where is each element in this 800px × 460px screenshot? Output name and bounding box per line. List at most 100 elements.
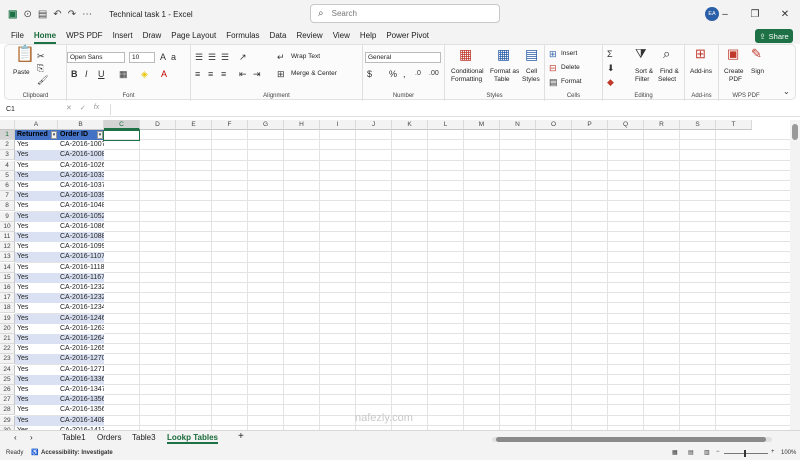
- table-cell[interactable]: CA-2016-104829: [58, 201, 104, 212]
- worksheet-grid[interactable]: A B C D E F G H I J K L M N O P Q R S T 1 2 3 4 5 6 7 8 9 10 11 12 13 14 1…: [0, 120, 790, 430]
- table-cell[interactable]: CA-2016-108861: [58, 232, 104, 242]
- collapse-ribbon-icon[interactable]: ⌄: [783, 87, 790, 97]
- row-header[interactable]: 7: [0, 191, 15, 202]
- selected-cell[interactable]: [103, 130, 140, 141]
- row-header[interactable]: 2: [0, 140, 15, 151]
- undo-icon[interactable]: ↶: [53, 9, 61, 20]
- decrease-indent-icon[interactable]: ⇤: [239, 69, 247, 79]
- grow-font-icon[interactable]: A: [160, 52, 166, 62]
- column-header-l[interactable]: L: [428, 120, 464, 130]
- column-header-q[interactable]: Q: [608, 120, 644, 130]
- table-cell[interactable]: Yes: [15, 262, 58, 273]
- customize-icon[interactable]: ⋯: [82, 9, 92, 20]
- row-header[interactable]: 20: [0, 323, 15, 334]
- format-as-table-icon[interactable]: ▦: [497, 47, 510, 61]
- tab-power-pivot[interactable]: Power Pivot: [386, 28, 429, 44]
- table-cell[interactable]: Yes: [15, 140, 58, 151]
- table-cell[interactable]: Yes: [15, 160, 58, 171]
- tab-home[interactable]: Home: [33, 28, 57, 44]
- table-cell[interactable]: Yes: [15, 415, 58, 426]
- row-header[interactable]: 25: [0, 374, 15, 385]
- row-header[interactable]: 9: [0, 211, 15, 222]
- column-header-i[interactable]: I: [320, 120, 356, 130]
- page-layout-view-icon[interactable]: ▤: [688, 449, 694, 456]
- table-cell[interactable]: Yes: [15, 283, 58, 293]
- row-header[interactable]: 26: [0, 385, 15, 395]
- increase-decimal-icon[interactable]: .0: [415, 69, 421, 79]
- row-header[interactable]: 16: [0, 283, 15, 293]
- format-painter-icon[interactable]: 🖌: [37, 75, 48, 85]
- sign-icon[interactable]: ✎: [751, 47, 762, 60]
- table-cell[interactable]: Yes: [15, 303, 58, 314]
- row-header[interactable]: 24: [0, 364, 15, 375]
- table-cell[interactable]: CA-2016-135699: [58, 405, 104, 416]
- row-header[interactable]: 3: [0, 150, 15, 161]
- sort-filter-icon[interactable]: ⧩: [635, 47, 647, 60]
- horizontal-scrollbar[interactable]: [492, 437, 772, 442]
- merge-center-button[interactable]: Merge & Center: [291, 70, 337, 77]
- tab-insert[interactable]: Insert: [113, 28, 133, 44]
- table-cell[interactable]: CA-2016-103373: [58, 170, 104, 181]
- table-cell[interactable]: Yes: [15, 221, 58, 232]
- copy-icon[interactable]: ⎘: [37, 63, 44, 73]
- column-header-n[interactable]: N: [500, 120, 536, 130]
- redo-icon[interactable]: ↷: [68, 9, 76, 20]
- column-header-c[interactable]: C: [104, 120, 140, 130]
- table-cell[interactable]: Yes: [15, 344, 58, 355]
- normal-view-icon[interactable]: ▦: [672, 449, 678, 456]
- vertical-scrollbar[interactable]: [790, 120, 800, 430]
- table-cell[interactable]: Yes: [15, 405, 58, 416]
- tab-draw[interactable]: Draw: [143, 28, 162, 44]
- zoom-in-icon[interactable]: +: [771, 449, 775, 455]
- font-size-select[interactable]: 10: [129, 52, 155, 63]
- conditional-formatting-icon[interactable]: ▦: [459, 47, 472, 61]
- wrap-text-button[interactable]: Wrap Text: [291, 53, 320, 60]
- row-header[interactable]: 19: [0, 313, 15, 324]
- table-cell[interactable]: Yes: [15, 354, 58, 365]
- filter-dropdown-returned-icon[interactable]: ▾: [51, 131, 57, 139]
- column-header-o[interactable]: O: [536, 120, 572, 130]
- zoom-slider-handle[interactable]: [744, 450, 746, 457]
- autosave-toggle-icon[interactable]: ⊙: [23, 9, 31, 20]
- row-header[interactable]: 1: [0, 130, 15, 140]
- zoom-slider[interactable]: [724, 453, 768, 454]
- paste-button[interactable]: Paste: [13, 69, 30, 76]
- column-header-f[interactable]: F: [212, 120, 248, 130]
- row-header[interactable]: 8: [0, 201, 15, 212]
- row-header[interactable]: 17: [0, 293, 15, 304]
- table-cell[interactable]: CA-2016-134726: [58, 385, 104, 395]
- cut-icon[interactable]: ✂: [37, 51, 45, 61]
- column-header-s[interactable]: S: [680, 120, 716, 130]
- align-top-icon[interactable]: ☰: [195, 52, 203, 62]
- table-cell[interactable]: Yes: [15, 252, 58, 263]
- share-button[interactable]: ⇪ Share: [755, 29, 793, 43]
- row-header[interactable]: 10: [0, 221, 15, 232]
- table-cell[interactable]: CA-2016-108609: [58, 221, 104, 232]
- table-cell[interactable]: CA-2016-102652: [58, 160, 104, 171]
- insert-cells-button[interactable]: Insert: [561, 50, 577, 57]
- minimize-icon[interactable]: –: [710, 9, 740, 20]
- font-name-select[interactable]: Open Sans: [67, 52, 125, 63]
- tab-page-layout[interactable]: Page Layout: [171, 28, 216, 44]
- sheet-tab-table1[interactable]: Table1: [62, 433, 86, 442]
- format-cells-button[interactable]: Format: [561, 78, 582, 85]
- table-cell[interactable]: Yes: [15, 242, 58, 253]
- column-header-d[interactable]: D: [140, 120, 176, 130]
- table-cell[interactable]: CA-2016-100762: [58, 140, 104, 151]
- next-sheet-icon[interactable]: ›: [30, 433, 33, 442]
- row-header[interactable]: 4: [0, 160, 15, 171]
- accessibility-status[interactable]: Accessibility: Investigate: [41, 450, 113, 456]
- select-all-corner[interactable]: [0, 120, 15, 130]
- sheet-tab-orders[interactable]: Orders: [97, 433, 121, 442]
- row-header[interactable]: 12: [0, 242, 15, 253]
- find-select-button[interactable]: Find &: [660, 68, 679, 75]
- currency-icon[interactable]: $: [367, 69, 372, 79]
- table-cell[interactable]: CA-2016-116785: [58, 272, 104, 283]
- table-cell[interactable]: CA-2016-100867: [58, 150, 104, 161]
- create-pdf-button[interactable]: Create: [724, 68, 744, 75]
- cell-styles-icon[interactable]: ▤: [525, 47, 538, 61]
- delete-cells-button[interactable]: Delete: [561, 64, 580, 71]
- table-cell[interactable]: Yes: [15, 201, 58, 212]
- number-format-select[interactable]: General: [365, 52, 441, 63]
- table-cell[interactable]: Yes: [15, 170, 58, 181]
